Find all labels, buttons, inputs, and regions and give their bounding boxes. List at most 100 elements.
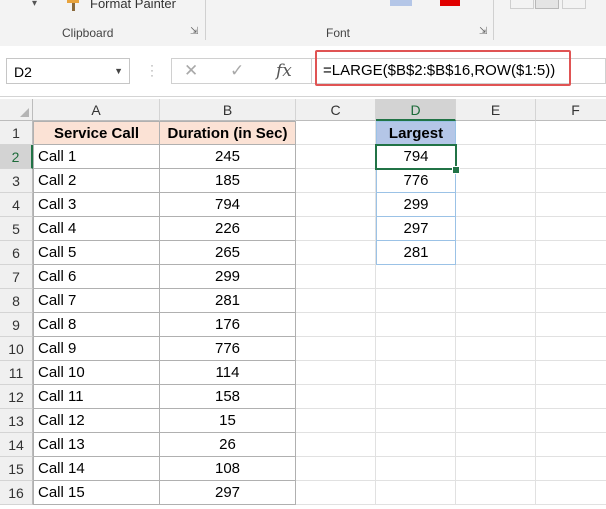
table-cell-duration[interactable]: 245 [160, 145, 296, 169]
empty-cell[interactable] [296, 121, 376, 145]
row-header[interactable]: 6 [0, 241, 33, 265]
column-header-d[interactable]: D [376, 99, 456, 121]
largest-value[interactable]: 297 [376, 217, 456, 241]
format-painter-button[interactable]: Format Painter [90, 0, 176, 11]
empty-cell[interactable] [536, 337, 606, 361]
font-launcher-icon[interactable]: ⇲ [479, 27, 489, 37]
empty-cell[interactable] [456, 169, 536, 193]
table-cell-call[interactable]: Call 14 [33, 457, 160, 481]
table-cell-duration[interactable]: 158 [160, 385, 296, 409]
align-right-button[interactable] [562, 0, 586, 9]
name-box[interactable]: D2 ▼ [6, 58, 130, 84]
table-cell-call[interactable]: Call 8 [33, 313, 160, 337]
row-header[interactable]: 9 [0, 313, 33, 337]
table-cell-call[interactable]: Call 6 [33, 265, 160, 289]
table-cell-duration[interactable]: 776 [160, 337, 296, 361]
enter-icon[interactable]: ✓ [230, 61, 244, 81]
empty-cell[interactable] [456, 265, 536, 289]
empty-cell[interactable] [456, 409, 536, 433]
insert-function-icon[interactable]: fx [276, 61, 292, 81]
resize-grip-icon[interactable]: · · · [150, 59, 154, 81]
row-header[interactable]: 13 [0, 409, 33, 433]
table-cell-call[interactable]: Call 10 [33, 361, 160, 385]
empty-cell[interactable] [296, 145, 376, 169]
table-header-service-call[interactable]: Service Call [33, 121, 160, 145]
chevron-down-icon[interactable]: ▼ [114, 66, 123, 76]
formula-text[interactable]: =LARGE($B$2:$B$16,ROW($1:5)) [323, 62, 555, 79]
empty-cell[interactable] [296, 433, 376, 457]
align-center-button[interactable] [535, 0, 559, 9]
empty-cell[interactable] [536, 265, 606, 289]
column-header-e[interactable]: E [456, 99, 536, 121]
empty-cell[interactable] [376, 409, 456, 433]
empty-cell[interactable] [536, 385, 606, 409]
empty-cell[interactable] [296, 457, 376, 481]
table-cell-duration[interactable]: 297 [160, 481, 296, 505]
empty-cell[interactable] [296, 337, 376, 361]
empty-cell[interactable] [376, 433, 456, 457]
table-cell-call[interactable]: Call 9 [33, 337, 160, 361]
row-header[interactable]: 3 [0, 169, 33, 193]
empty-cell[interactable] [296, 289, 376, 313]
row-header[interactable]: 14 [0, 433, 33, 457]
table-cell-duration[interactable]: 15 [160, 409, 296, 433]
table-cell-duration[interactable]: 794 [160, 193, 296, 217]
column-header-c[interactable]: C [296, 99, 376, 121]
font-color-swatch[interactable] [440, 0, 460, 6]
row-header[interactable]: 15 [0, 457, 33, 481]
empty-cell[interactable] [296, 361, 376, 385]
empty-cell[interactable] [376, 457, 456, 481]
empty-cell[interactable] [296, 193, 376, 217]
empty-cell[interactable] [456, 433, 536, 457]
row-header[interactable]: 16 [0, 481, 33, 505]
empty-cell[interactable] [456, 193, 536, 217]
column-header-b[interactable]: B [160, 99, 296, 121]
empty-cell[interactable] [376, 265, 456, 289]
row-header[interactable]: 10 [0, 337, 33, 361]
empty-cell[interactable] [456, 457, 536, 481]
empty-cell[interactable] [376, 385, 456, 409]
table-cell-call[interactable]: Call 5 [33, 241, 160, 265]
empty-cell[interactable] [456, 481, 536, 505]
empty-cell[interactable] [456, 289, 536, 313]
empty-cell[interactable] [456, 337, 536, 361]
table-cell-duration[interactable]: 185 [160, 169, 296, 193]
table-cell-call[interactable]: Call 2 [33, 169, 160, 193]
empty-cell[interactable] [296, 385, 376, 409]
table-header-duration[interactable]: Duration (in Sec) [160, 121, 296, 145]
align-left-button[interactable] [510, 0, 534, 9]
table-cell-call[interactable]: Call 1 [33, 145, 160, 169]
table-cell-call[interactable]: Call 3 [33, 193, 160, 217]
table-cell-duration[interactable]: 176 [160, 313, 296, 337]
row-header[interactable]: 12 [0, 385, 33, 409]
select-all-corner[interactable] [0, 99, 33, 121]
row-header[interactable]: 7 [0, 265, 33, 289]
empty-cell[interactable] [536, 433, 606, 457]
largest-value[interactable]: 776 [376, 169, 456, 193]
empty-cell[interactable] [536, 193, 606, 217]
table-cell-duration[interactable]: 265 [160, 241, 296, 265]
row-header[interactable]: 5 [0, 217, 33, 241]
empty-cell[interactable] [376, 289, 456, 313]
empty-cell[interactable] [296, 409, 376, 433]
chevron-down-icon[interactable]: ▾ [32, 0, 37, 9]
table-cell-duration[interactable]: 108 [160, 457, 296, 481]
empty-cell[interactable] [296, 241, 376, 265]
empty-cell[interactable] [536, 481, 606, 505]
clipboard-launcher-icon[interactable]: ⇲ [190, 27, 200, 37]
empty-cell[interactable] [536, 457, 606, 481]
column-header-a[interactable]: A [33, 99, 160, 121]
table-cell-call[interactable]: Call 7 [33, 289, 160, 313]
table-cell-call[interactable]: Call 11 [33, 385, 160, 409]
empty-cell[interactable] [296, 169, 376, 193]
empty-cell[interactable] [536, 313, 606, 337]
empty-cell[interactable] [296, 265, 376, 289]
largest-header[interactable]: Largest [376, 121, 456, 145]
empty-cell[interactable] [376, 313, 456, 337]
row-header[interactable]: 4 [0, 193, 33, 217]
empty-cell[interactable] [536, 409, 606, 433]
empty-cell[interactable] [296, 481, 376, 505]
empty-cell[interactable] [536, 361, 606, 385]
empty-cell[interactable] [536, 121, 606, 145]
empty-cell[interactable] [456, 313, 536, 337]
